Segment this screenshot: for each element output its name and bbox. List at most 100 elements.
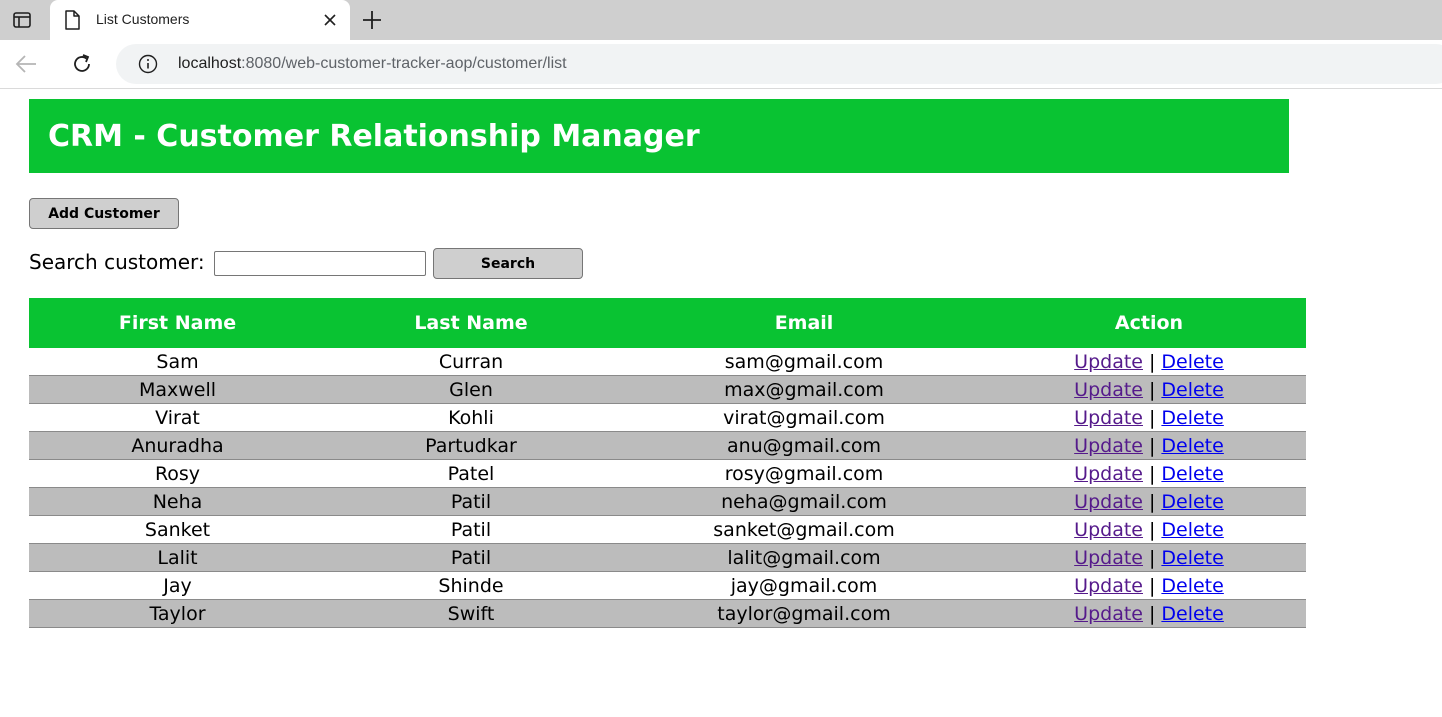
cell-action: Update | Delete xyxy=(992,515,1306,544)
search-button[interactable]: Search xyxy=(433,248,583,279)
update-link[interactable]: Update xyxy=(1074,407,1143,429)
browser-tab-bar: List Customers xyxy=(0,0,1442,40)
back-arrow-icon[interactable] xyxy=(14,53,38,79)
cell-action: Update | Delete xyxy=(992,375,1306,404)
table-row: Virat Kohli virat@gmail.com Update | Delete xyxy=(29,403,1306,432)
update-link[interactable]: Update xyxy=(1074,491,1143,513)
update-link[interactable]: Update xyxy=(1074,547,1143,569)
cell-last-name: Patel xyxy=(326,459,616,488)
cell-action: Update | Delete xyxy=(992,348,1306,376)
delete-link[interactable]: Delete xyxy=(1161,351,1223,373)
cell-email: lalit@gmail.com xyxy=(616,543,992,572)
cell-action: Update | Delete xyxy=(992,599,1306,628)
cell-action: Update | Delete xyxy=(992,459,1306,488)
cell-email: neha@gmail.com xyxy=(616,487,992,516)
url-host: localhost xyxy=(178,55,242,72)
cell-last-name: Swift xyxy=(326,599,616,628)
action-separator: | xyxy=(1148,602,1156,625)
delete-link[interactable]: Delete xyxy=(1161,407,1223,429)
column-header-email: Email xyxy=(616,298,992,348)
table-header-row: First Name Last Name Email Action xyxy=(29,298,1306,348)
search-input[interactable] xyxy=(214,251,426,276)
tab-strip-icon[interactable] xyxy=(0,0,44,40)
info-icon[interactable] xyxy=(138,54,158,78)
update-link[interactable]: Update xyxy=(1074,351,1143,373)
customer-table: First Name Last Name Email Action Sam Cur… xyxy=(29,298,1306,628)
column-header-first-name: First Name xyxy=(29,298,326,348)
table-row: Taylor Swift taylor@gmail.com Update | Delete xyxy=(29,599,1306,628)
cell-email: jay@gmail.com xyxy=(616,571,992,600)
cell-action: Update | Delete xyxy=(992,543,1306,572)
cell-last-name: Curran xyxy=(326,348,616,376)
action-separator: | xyxy=(1148,490,1156,513)
reload-icon[interactable] xyxy=(70,52,94,80)
action-separator: | xyxy=(1148,462,1156,485)
cell-first-name: Taylor xyxy=(29,599,326,628)
tab-title: List Customers xyxy=(96,11,190,27)
browser-tab-active[interactable]: List Customers xyxy=(50,0,350,40)
cell-last-name: Patil xyxy=(326,515,616,544)
cell-email: rosy@gmail.com xyxy=(616,459,992,488)
url-path: :8080/web-customer-tracker-aop/customer/… xyxy=(241,55,567,72)
cell-first-name: Sanket xyxy=(29,515,326,544)
table-row: Sanket Patil sanket@gmail.com Update | Delete xyxy=(29,515,1306,544)
customer-table-body: Sam Curran sam@gmail.com Update | Delete Maxwe… xyxy=(29,348,1306,628)
action-separator: | xyxy=(1148,574,1156,597)
tab-strip-icon-graphic xyxy=(13,12,31,28)
table-row: Lalit Patil lalit@gmail.com Update | Delete xyxy=(29,543,1306,572)
delete-link[interactable]: Delete xyxy=(1161,435,1223,457)
cell-last-name: Patil xyxy=(326,487,616,516)
cell-first-name: Maxwell xyxy=(29,375,326,404)
cell-first-name: Anuradha xyxy=(29,431,326,460)
close-icon[interactable] xyxy=(322,12,338,32)
delete-link[interactable]: Delete xyxy=(1161,575,1223,597)
cell-last-name: Partudkar xyxy=(326,431,616,460)
cell-email: max@gmail.com xyxy=(616,375,992,404)
search-label: Search customer: xyxy=(29,250,205,274)
table-row: Anuradha Partudkar anu@gmail.com Update | Del… xyxy=(29,431,1306,460)
update-link[interactable]: Update xyxy=(1074,575,1143,597)
column-header-action: Action xyxy=(992,298,1306,348)
table-row: Neha Patil neha@gmail.com Update | Delete xyxy=(29,487,1306,516)
page-content: CRM - Customer Relationship Manager Add … xyxy=(0,89,1442,717)
cell-first-name: Sam xyxy=(29,348,326,376)
update-link[interactable]: Update xyxy=(1074,379,1143,401)
address-bar[interactable]: localhost:8080/web-customer-tracker-aop/… xyxy=(116,44,1442,84)
delete-link[interactable]: Delete xyxy=(1161,491,1223,513)
cell-action: Update | Delete xyxy=(992,431,1306,460)
cell-email: taylor@gmail.com xyxy=(616,599,992,628)
action-separator: | xyxy=(1148,546,1156,569)
delete-link[interactable]: Delete xyxy=(1161,603,1223,625)
cell-first-name: Lalit xyxy=(29,543,326,572)
action-separator: | xyxy=(1148,378,1156,401)
action-separator: | xyxy=(1148,350,1156,373)
cell-email: sanket@gmail.com xyxy=(616,515,992,544)
delete-link[interactable]: Delete xyxy=(1161,379,1223,401)
delete-link[interactable]: Delete xyxy=(1161,519,1223,541)
page-icon xyxy=(64,10,80,34)
delete-link[interactable]: Delete xyxy=(1161,463,1223,485)
table-row: Maxwell Glen max@gmail.com Update | Delete xyxy=(29,375,1306,404)
delete-link[interactable]: Delete xyxy=(1161,547,1223,569)
cell-first-name: Jay xyxy=(29,571,326,600)
cell-action: Update | Delete xyxy=(992,571,1306,600)
update-link[interactable]: Update xyxy=(1074,463,1143,485)
cell-email: anu@gmail.com xyxy=(616,431,992,460)
update-link[interactable]: Update xyxy=(1074,435,1143,457)
cell-email: virat@gmail.com xyxy=(616,403,992,432)
update-link[interactable]: Update xyxy=(1074,519,1143,541)
table-row: Rosy Patel rosy@gmail.com Update | Delete xyxy=(29,459,1306,488)
action-separator: | xyxy=(1148,434,1156,457)
cell-last-name: Shinde xyxy=(326,571,616,600)
table-row: Jay Shinde jay@gmail.com Update | Delete xyxy=(29,571,1306,600)
page-title: CRM - Customer Relationship Manager xyxy=(48,119,700,154)
cell-first-name: Neha xyxy=(29,487,326,516)
cell-last-name: Kohli xyxy=(326,403,616,432)
plus-icon[interactable] xyxy=(360,8,384,32)
cell-first-name: Virat xyxy=(29,403,326,432)
update-link[interactable]: Update xyxy=(1074,603,1143,625)
add-customer-button[interactable]: Add Customer xyxy=(29,198,179,229)
cell-action: Update | Delete xyxy=(992,403,1306,432)
cell-email: sam@gmail.com xyxy=(616,348,992,376)
table-row: Sam Curran sam@gmail.com Update | Delete xyxy=(29,348,1306,376)
